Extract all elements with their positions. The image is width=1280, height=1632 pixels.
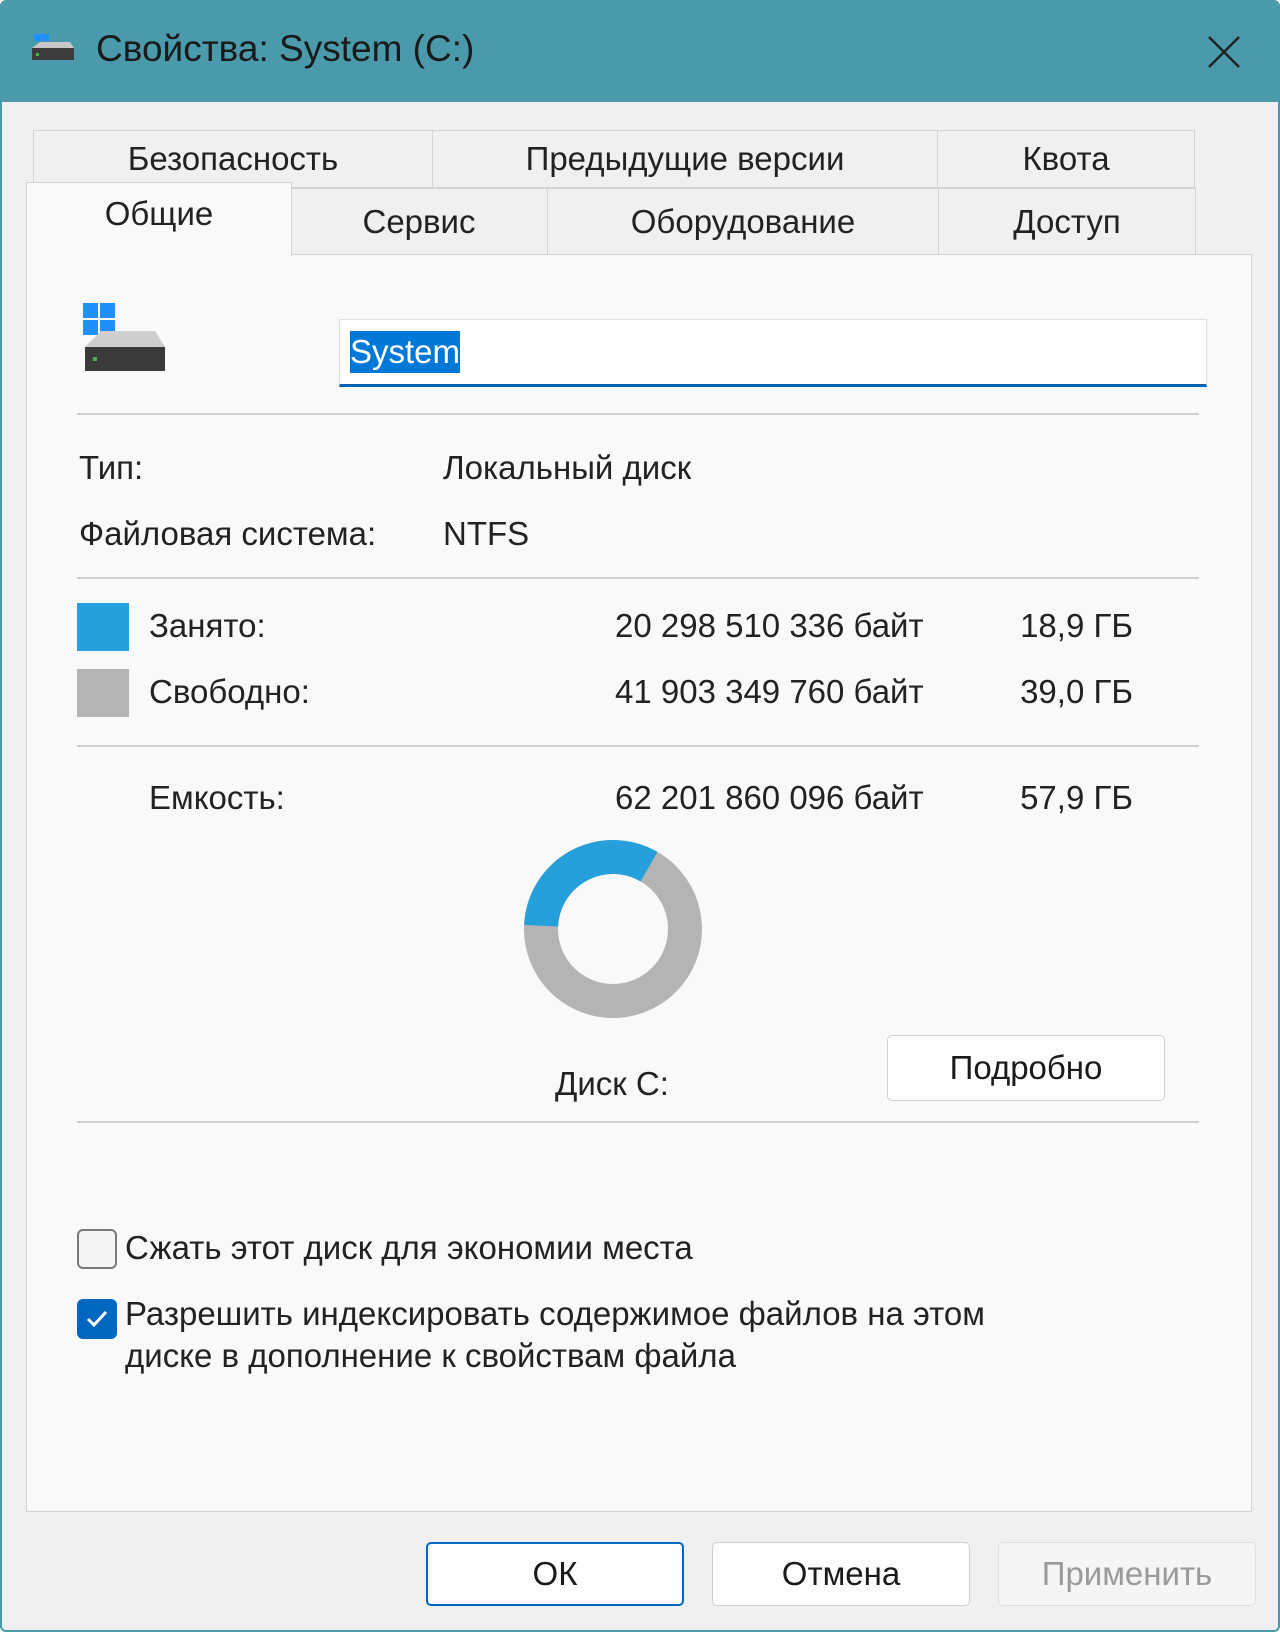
drive-icon bbox=[83, 303, 165, 371]
close-button[interactable] bbox=[1190, 18, 1258, 86]
checkmark-icon bbox=[86, 1310, 108, 1328]
used-label: Занято: bbox=[149, 607, 266, 644]
divider bbox=[77, 1121, 1199, 1123]
type-label: Тип: bbox=[79, 449, 144, 486]
tab-label: Предыдущие версии bbox=[525, 140, 845, 177]
index-label-line1: Разрешить индексировать содержимое файло… bbox=[125, 1295, 985, 1332]
tab-general[interactable]: Общие bbox=[26, 182, 292, 256]
close-icon bbox=[1208, 36, 1240, 68]
index-checkbox[interactable] bbox=[77, 1299, 117, 1339]
tab-security[interactable]: Безопасность bbox=[33, 130, 433, 188]
free-size: 39,0 ГБ bbox=[1020, 673, 1133, 710]
tab-sharing[interactable]: Доступ bbox=[938, 188, 1196, 255]
details-button[interactable]: Подробно bbox=[887, 1035, 1165, 1101]
filesystem-label: Файловая система: bbox=[79, 515, 377, 552]
disk-label: Диск C: bbox=[555, 1065, 669, 1102]
capacity-label: Емкость: bbox=[149, 779, 285, 816]
tab-quota[interactable]: Квота bbox=[937, 130, 1195, 188]
apply-button[interactable]: Применить bbox=[998, 1542, 1256, 1606]
index-label-line2: диске в дополнение к свойствам файла bbox=[125, 1337, 736, 1374]
used-size: 18,9 ГБ bbox=[1020, 607, 1133, 644]
title-bar: Свойства: System (C:) bbox=[2, 2, 1278, 102]
volume-name-input[interactable]: System bbox=[339, 319, 1207, 387]
volume-name-value: System bbox=[350, 331, 461, 373]
type-value: Локальный диск bbox=[443, 449, 692, 486]
tab-label: Доступ bbox=[1013, 202, 1121, 240]
tab-label: Сервис bbox=[362, 202, 476, 240]
properties-window: Свойства: System (C:) Безопасность Преды… bbox=[0, 0, 1280, 1632]
window-title: Свойства: System (C:) bbox=[96, 28, 475, 69]
tab-previous-versions[interactable]: Предыдущие версии bbox=[432, 130, 938, 188]
divider bbox=[77, 413, 1199, 415]
free-color-swatch bbox=[77, 669, 129, 717]
disk-usage-donut bbox=[524, 840, 702, 1018]
free-label: Свободно: bbox=[149, 673, 310, 710]
used-color-swatch bbox=[77, 603, 129, 651]
tab-service[interactable]: Сервис bbox=[290, 188, 548, 255]
tab-hardware[interactable]: Оборудование bbox=[547, 188, 939, 255]
divider bbox=[77, 745, 1199, 747]
compress-label: Сжать этот диск для экономии места bbox=[125, 1229, 693, 1266]
capacity-size: 57,9 ГБ bbox=[1020, 779, 1133, 816]
drive-icon bbox=[32, 34, 74, 60]
tab-label: Оборудование bbox=[630, 202, 856, 240]
used-bytes: 20 298 510 336 байт bbox=[615, 607, 924, 644]
cancel-button[interactable]: Отмена bbox=[712, 1542, 970, 1606]
capacity-bytes: 62 201 860 096 байт bbox=[615, 779, 924, 816]
compress-checkbox[interactable] bbox=[77, 1229, 117, 1269]
divider bbox=[77, 577, 1199, 579]
free-bytes: 41 903 349 760 байт bbox=[615, 673, 924, 710]
filesystem-value: NTFS bbox=[443, 515, 530, 552]
ok-button[interactable]: ОК bbox=[426, 1542, 684, 1606]
tab-label: Квота bbox=[1022, 140, 1110, 177]
tab-label: Общие bbox=[104, 195, 214, 232]
tab-label: Безопасность bbox=[127, 140, 339, 177]
general-panel: System Тип: Локальный диск Файловая сист… bbox=[26, 254, 1252, 1512]
